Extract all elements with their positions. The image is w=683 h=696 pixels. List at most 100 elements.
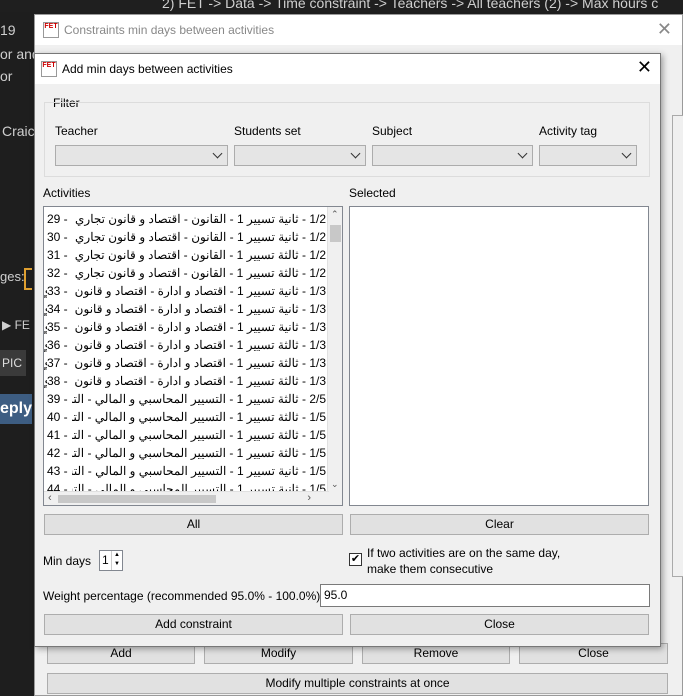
activity-list-item[interactable]: 1/5 - ثالثة تسيير 1 - التسيير المحاسبي و… — [44, 426, 328, 444]
background-bracket — [24, 268, 32, 290]
teacher-label: Teacher — [55, 124, 98, 138]
close-icon[interactable]: ✕ — [637, 57, 652, 78]
activities-label: Activities — [43, 186, 91, 200]
activity-list-item[interactable]: 1/3 - ثانية تسيير 1 - اقتصاد و ادارة - ا… — [44, 282, 328, 300]
activities-list[interactable]: 1/2 - ثانية تسيير 1 - القانون - اقتصاد و… — [43, 206, 343, 506]
activity-description: 1/3 - ثالثة تسيير 1 - اقتصاد و ادارة - ا… — [43, 374, 326, 388]
clear-button[interactable]: Clear — [350, 514, 649, 535]
students-set-select[interactable] — [234, 145, 366, 166]
weight-input[interactable]: 95.0 — [320, 584, 650, 607]
all-button[interactable]: All — [44, 514, 343, 535]
activity-description: 1/2 - ثانية تسيير 1 - القانون - اقتصاد و… — [75, 230, 326, 244]
activity-description: 1/2 - ثالثة تسيير 1 - القانون - اقتصاد و… — [74, 266, 326, 280]
scroll-right-icon[interactable]: › — [307, 493, 311, 504]
activity-number: 39 - — [47, 390, 72, 408]
activity-description: 1/2 - ثانية تسيير 1 - القانون - اقتصاد و… — [75, 212, 326, 226]
background-reply-button: eply — [0, 394, 32, 424]
constraints-list-edge — [672, 115, 683, 577]
activity-number: 43 - — [47, 462, 72, 480]
activity-number: 40 - — [47, 408, 72, 426]
background-window-title: 2) FET -> Data -> Time constraint -> Tea… — [162, 0, 659, 11]
students-set-label: Students set — [234, 124, 301, 138]
vertical-scroll-thumb[interactable] — [330, 225, 341, 242]
activity-description: 1/3 - ثانية تسيير 1 - اقتصاد و ادارة - ا… — [43, 284, 326, 298]
min-days-spinbox[interactable]: 1 ▲ ▼ — [99, 550, 123, 571]
activity-description: 2/5 - ثالثة تسيير 1 - التسيير المحاسبي و… — [48, 392, 326, 406]
consecutive-label-line1: If two activities are on the same day, — [367, 546, 561, 560]
activity-description: 1/3 - ثانية تسيير 1 - اقتصاد و ادارة - ا… — [43, 320, 326, 334]
activity-description: 1/5 - ثانية تسيير 1 - التسيير المحاسبي و… — [49, 464, 326, 478]
dialog-title: Add min days between activities — [62, 62, 233, 76]
activity-list-item[interactable]: 1/2 - ثانية تسيير 1 - القانون - اقتصاد و… — [44, 228, 328, 246]
activity-list-item[interactable]: 1/2 - ثالثة تسيير 1 - القانون - اقتصاد و… — [44, 246, 328, 264]
activity-number: 32 - — [47, 264, 72, 282]
activity-list-item[interactable]: 1/3 - ثانية تسيير 1 - اقتصاد و ادارة - ا… — [44, 318, 328, 336]
min-days-value: 1 — [102, 553, 109, 567]
constraints-window-title-bar: FET Constraints min days between activit… — [35, 15, 682, 45]
close-icon[interactable]: ✕ — [657, 19, 672, 40]
activity-list-item[interactable]: 1/5 - ثانية تسيير 1 - التسيير المحاسبي و… — [44, 462, 328, 480]
activity-description: 1/3 - ثالثة تسيير 1 - اقتصاد و ادارة - ا… — [43, 338, 326, 352]
background-text: 19 — [0, 22, 16, 38]
activity-number: 34 - — [47, 300, 72, 318]
activity-number: 35 - — [47, 318, 72, 336]
chevron-down-icon — [212, 148, 223, 159]
activity-number: 29 - — [47, 210, 72, 228]
activity-list-item[interactable]: 1/2 - ثانية تسيير 1 - القانون - اقتصاد و… — [44, 210, 328, 228]
constraints-window-title: Constraints min days between activities — [64, 23, 275, 37]
subject-label: Subject — [372, 124, 413, 138]
scroll-left-icon[interactable]: ‹ — [48, 493, 52, 504]
background-text: or — [0, 68, 13, 84]
activity-list-item[interactable]: 1/3 - ثالثة تسيير 1 - اقتصاد و ادارة - ا… — [44, 336, 328, 354]
activity-number: 33 - — [47, 282, 72, 300]
activity-description: 1/3 - ثالثة تسيير 1 - اقتصاد و ادارة - ا… — [43, 356, 326, 370]
activity-tag-label: Activity tag — [539, 124, 598, 138]
background-tag: PIC — [0, 350, 26, 376]
activity-number: 38 - — [47, 372, 72, 390]
spin-arrows-icon[interactable]: ▲ ▼ — [111, 551, 122, 570]
selected-label: Selected — [349, 186, 396, 200]
chevron-down-icon — [621, 148, 632, 159]
activity-list-item[interactable]: 1/2 - ثالثة تسيير 1 - القانون - اقتصاد و… — [44, 264, 328, 282]
activity-list-item[interactable]: 2/5 - ثالثة تسيير 1 - التسيير المحاسبي و… — [44, 390, 328, 408]
activity-description: 1/5 - ثالثة تسيير 1 - التسيير المحاسبي و… — [48, 410, 326, 424]
activity-number: 31 - — [47, 246, 72, 264]
scroll-up-icon[interactable]: ⌃ — [331, 209, 339, 219]
background-text: Craic — [2, 123, 35, 139]
modify-multiple-button[interactable]: Modify multiple constraints at once — [47, 673, 668, 694]
subject-select[interactable] — [372, 145, 533, 166]
add-min-days-dialog: FET Add min days between activities ✕ Fi… — [34, 53, 661, 647]
teacher-select[interactable] — [55, 145, 228, 166]
consecutive-checkbox[interactable]: ✔ — [349, 553, 362, 566]
scroll-down-icon[interactable]: ⌄ — [331, 479, 339, 489]
activities-horizontal-scrollbar[interactable]: ‹ › — [44, 491, 329, 505]
activity-description: 1/2 - ثالثة تسيير 1 - القانون - اقتصاد و… — [74, 248, 326, 262]
activity-description: 1/5 - ثالثة تسيير 1 - التسيير المحاسبي و… — [48, 428, 326, 442]
dialog-title-bar: FET Add min days between activities ✕ — [35, 54, 660, 84]
background-text: ges: — [0, 269, 25, 284]
activity-list-item[interactable]: 1/3 - ثالثة تسيير 1 - اقتصاد و ادارة - ا… — [44, 354, 328, 372]
activity-number: 41 - — [47, 426, 72, 444]
activity-list-item[interactable]: 1/5 - ثالثة تسيير 1 - التسيير المحاسبي و… — [44, 444, 328, 462]
weight-label: Weight percentage (recommended 95.0% - 1… — [43, 589, 321, 603]
activity-description: 1/3 - ثانية تسيير 1 - اقتصاد و ادارة - ا… — [43, 302, 326, 316]
activities-vertical-scrollbar[interactable]: ⌃ ⌄ — [327, 207, 342, 505]
selected-list[interactable] — [349, 206, 649, 506]
activity-number: 36 - — [47, 336, 72, 354]
activity-tag-select[interactable] — [539, 145, 637, 166]
fet-app-icon: FET — [41, 61, 57, 77]
add-constraint-button[interactable]: Add constraint — [44, 614, 343, 635]
activity-description: 1/5 - ثالثة تسيير 1 - التسيير المحاسبي و… — [48, 446, 326, 460]
background-text: ▶ FE — [2, 318, 30, 332]
activity-list-item[interactable]: 1/5 - ثالثة تسيير 1 - التسيير المحاسبي و… — [44, 408, 328, 426]
horizontal-scroll-thumb[interactable] — [58, 495, 216, 503]
activity-number: 37 - — [47, 354, 72, 372]
activity-list-item[interactable]: 1/3 - ثانية تسيير 1 - اقتصاد و ادارة - ا… — [44, 300, 328, 318]
chevron-down-icon — [350, 148, 361, 159]
activity-number: 42 - — [47, 444, 72, 462]
consecutive-label-line2: make them consecutive — [367, 562, 494, 576]
min-days-label: Min days — [43, 554, 92, 568]
close-button[interactable]: Close — [350, 614, 649, 635]
chevron-down-icon — [517, 148, 528, 159]
activity-list-item[interactable]: 1/3 - ثالثة تسيير 1 - اقتصاد و ادارة - ا… — [44, 372, 328, 390]
